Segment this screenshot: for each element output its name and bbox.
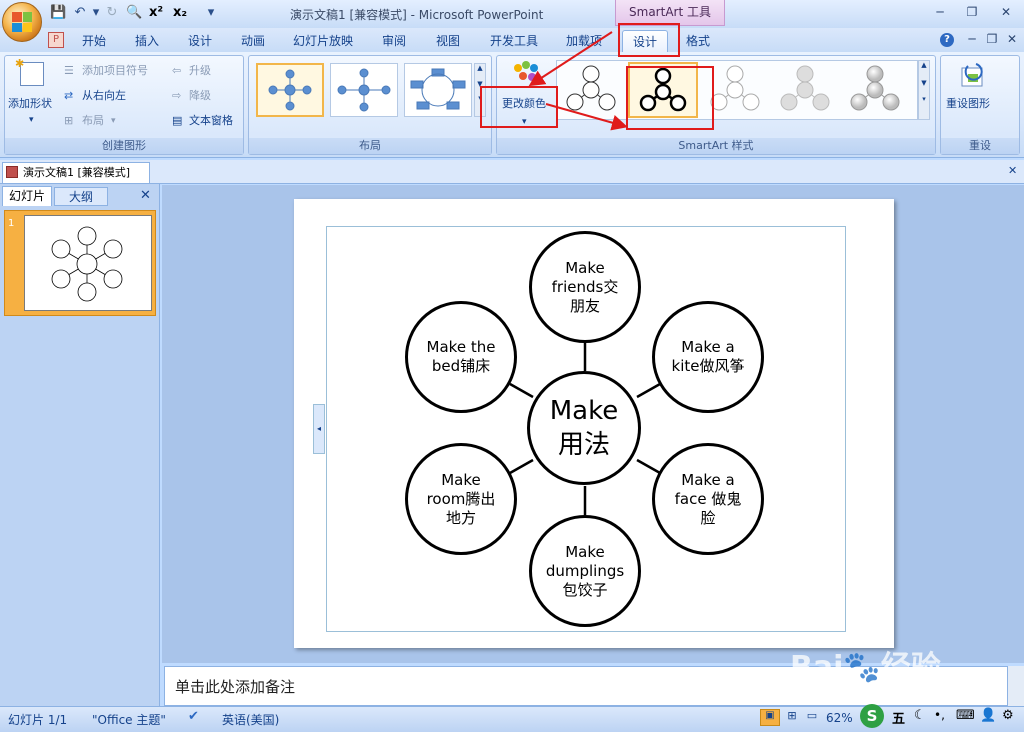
superscript-icon[interactable]: x² — [148, 5, 164, 21]
layout-button[interactable]: 布局 — [82, 113, 104, 129]
text-pane-toggle[interactable]: ◂ — [313, 404, 325, 454]
layouts-group-label: 布局 — [249, 138, 491, 154]
status-slide-info: 幻灯片 1/1 — [8, 713, 68, 727]
baidu-watermark-url: jingyan.baidu.com — [800, 682, 930, 698]
document-tab-bar — [0, 160, 1024, 184]
text-pane-button[interactable]: 文本窗格 — [189, 113, 233, 129]
zoom-level[interactable]: 62% — [826, 711, 853, 725]
smartart-node-make-dumplings[interactable]: Make dumplings包饺子 — [529, 515, 641, 627]
doc-tab-close-icon[interactable]: ✕ — [1008, 164, 1017, 177]
minimize-button[interactable]: ─ — [928, 3, 952, 21]
tab-insert[interactable]: 插入 — [125, 30, 169, 52]
document-tab[interactable]: 演示文稿1 [兼容模式] — [2, 162, 150, 183]
demote-icon: ⇨ — [172, 89, 182, 102]
reset-graphic-icon — [958, 60, 988, 90]
baidu-watermark: Bai🐾经验 — [790, 650, 941, 685]
keyboard-icon[interactable]: ⌨ — [956, 708, 975, 723]
style-thumb-3d[interactable] — [844, 62, 906, 118]
annotation-arrows — [528, 31, 628, 131]
demote-button[interactable]: 降级 — [189, 88, 211, 104]
add-bullet-icon: ☰ — [64, 64, 74, 77]
layout-icon: ⊞ — [64, 114, 74, 127]
promote-button[interactable]: 升级 — [189, 63, 211, 79]
add-bullet-button[interactable]: 添加项目符号 — [82, 63, 148, 79]
smartart-node-make-friends[interactable]: Make friends交朋友 — [529, 231, 641, 343]
doc-close-button[interactable]: ✕ — [1000, 30, 1024, 48]
smartart-node-make-kite[interactable]: Make a kite做风筝 — [652, 301, 764, 413]
smartart-node-make-face[interactable]: Make a face 做鬼脸 — [652, 443, 764, 555]
style-thumb-shaded[interactable] — [774, 62, 836, 118]
center-node-line1: Make — [549, 396, 619, 426]
close-pane-icon[interactable]: ✕ — [140, 188, 151, 203]
text-pane-icon: ▤ — [172, 114, 183, 127]
right-to-left-button[interactable]: 从右向左 — [82, 88, 126, 104]
save-icon[interactable]: 💾 — [50, 5, 66, 21]
styles-scroll[interactable]: ▲ ▼ ▾ — [918, 60, 930, 120]
office-button[interactable] — [2, 2, 42, 42]
user-icon[interactable]: 👤 — [980, 708, 996, 723]
reset-graphic-button[interactable]: 重设图形 — [946, 96, 990, 112]
slide-sorter-icon[interactable]: ⊞ — [782, 709, 802, 726]
undo-icon[interactable]: ↶ — [72, 5, 88, 21]
status-language[interactable]: 英语(美国) — [222, 711, 279, 728]
smartart-center-node[interactable]: Make 用法 — [527, 371, 641, 485]
tab-home[interactable]: 开始 — [72, 30, 116, 52]
center-node-line2: 用法 — [557, 430, 610, 460]
window-title: 演示文稿1 [兼容模式] - Microsoft PowerPoint — [290, 8, 544, 22]
right-to-left-icon: ⇄ — [64, 89, 74, 102]
redo-icon[interactable]: ↻ — [104, 5, 120, 21]
slide-thumbnail-canvas — [24, 215, 152, 311]
moon-icon[interactable]: ☾ — [914, 708, 926, 723]
ppt-doc-icon — [6, 166, 18, 178]
add-shape-icon: ✱ — [15, 57, 44, 86]
tab-animations[interactable]: 动画 — [231, 30, 275, 52]
status-theme[interactable]: "Office 主题" — [92, 711, 166, 728]
restore-button[interactable]: ❐ — [960, 3, 984, 21]
layout-thumb-cross[interactable] — [330, 63, 398, 117]
slide-number: 1 — [8, 218, 15, 229]
vertical-scrollbar[interactable] — [1008, 666, 1024, 706]
normal-view-icon[interactable]: ▣ — [760, 709, 780, 726]
ime-mode-label[interactable]: 五 — [892, 708, 905, 727]
reset-group-label: 重设 — [941, 138, 1019, 154]
layout-thumb-radial-selected[interactable] — [256, 63, 324, 117]
settings-icon[interactable]: ⚙ — [1002, 708, 1014, 723]
tab-view[interactable]: 视图 — [426, 30, 470, 52]
smartart-node-make-room[interactable]: Make room腾出地方 — [405, 443, 517, 555]
tab-slides[interactable]: 幻灯片 — [2, 186, 52, 206]
sogou-ime-icon[interactable]: S — [860, 704, 884, 728]
add-shape-dropdown-icon[interactable]: ▾ — [29, 112, 34, 128]
promote-icon: ⇦ — [172, 64, 182, 77]
tab-outline[interactable]: 大纲 — [54, 187, 108, 206]
help-icon[interactable]: ? — [940, 33, 954, 47]
customize-qat-icon[interactable]: ▾ — [203, 5, 219, 21]
tab-design[interactable]: 设计 — [178, 30, 222, 52]
layout-dropdown-icon[interactable]: ▾ — [111, 113, 116, 129]
spellcheck-icon[interactable]: ✔ — [188, 709, 199, 724]
subscript-icon[interactable]: x₂ — [172, 5, 188, 21]
tab-review[interactable]: 审阅 — [372, 30, 416, 52]
punctuation-icon[interactable]: •, — [934, 708, 945, 722]
slideshow-icon[interactable]: ▭ — [802, 709, 822, 726]
close-window-button[interactable]: ✕ — [994, 3, 1018, 21]
smartart-node-make-bed[interactable]: Make the bed铺床 — [405, 301, 517, 413]
layout-thumb-cycle[interactable] — [404, 63, 472, 117]
addin-icon[interactable]: P — [48, 32, 64, 48]
create-graphic-group-label: 创建图形 — [5, 138, 243, 154]
print-preview-icon[interactable]: 🔍 — [126, 5, 142, 21]
add-shape-button[interactable]: 添加形状 — [8, 96, 52, 112]
tab-slideshow[interactable]: 幻灯片放映 — [288, 30, 358, 52]
undo-dropdown-icon[interactable]: ▾ — [88, 5, 104, 21]
smartart-styles-group-label: SmartArt 样式 — [497, 138, 935, 154]
